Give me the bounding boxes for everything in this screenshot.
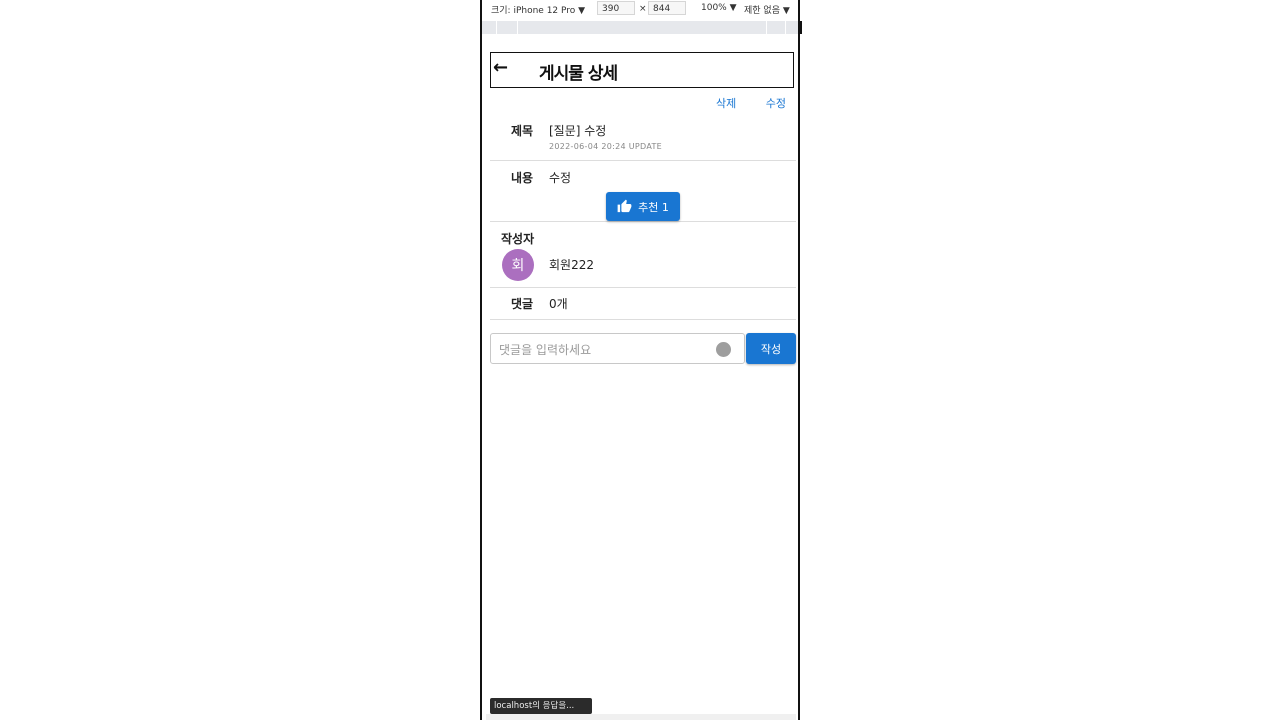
comment-input-wrapper (490, 333, 745, 364)
media-query-ruler (482, 21, 802, 34)
author-name: 회원222 (549, 258, 594, 272)
status-bar: localhost의 응답을... (490, 698, 592, 714)
thumbs-up-icon (617, 199, 632, 213)
throttle-select[interactable]: 제한 없음 ▼ (744, 3, 790, 16)
author-label: 작성자 (501, 232, 535, 246)
content-label: 내용 (511, 171, 534, 185)
comments-label: 댓글 (511, 297, 534, 311)
post-title: [질문] 수정 (549, 124, 607, 138)
submit-comment-button[interactable]: 작성 (746, 333, 796, 364)
times-symbol: × (639, 4, 647, 14)
loading-dot-icon (716, 342, 731, 357)
title-row: 제목 [질문] 수정 2022-06-04 20:24 UPDATE (490, 110, 796, 161)
bottom-edge (486, 714, 796, 720)
updated-timestamp: 2022-06-04 20:24 UPDATE (549, 142, 663, 151)
edit-button[interactable]: 수정 (766, 97, 786, 110)
post-content: 수정 (549, 171, 572, 185)
zoom-select[interactable]: 100% ▼ (701, 3, 737, 13)
post-actions: 삭제 수정 (690, 95, 786, 111)
page-title: 게시물 상세 (539, 64, 618, 84)
post-detail-page: ← 게시물 상세 삭제 수정 제목 [질문] 수정 2022-06-04 20:… (490, 50, 796, 714)
title-label: 제목 (511, 124, 534, 138)
comments-count: 0개 (549, 297, 568, 311)
delete-button[interactable]: 삭제 (716, 97, 736, 110)
devtools-toolbar: 크기: iPhone 12 Pro ▼ 390 × 844 100% ▼ 제한 … (482, 0, 798, 20)
like-count: 추천 1 (638, 200, 669, 214)
width-input[interactable]: 390 (597, 1, 635, 15)
device-select[interactable]: 크기: iPhone 12 Pro ▼ (491, 3, 585, 16)
like-button[interactable]: 추천 1 (606, 192, 680, 221)
height-input[interactable]: 844 (648, 1, 686, 15)
comments-row: 댓글 0개 (490, 288, 796, 320)
author-row: 작성자 회원222 (490, 222, 796, 288)
comment-input[interactable] (497, 340, 711, 360)
app-header: ← 게시물 상세 (490, 52, 794, 88)
back-arrow-icon[interactable]: ← (493, 57, 508, 78)
device-frame: 크기: iPhone 12 Pro ▼ 390 × 844 100% ▼ 제한 … (480, 0, 802, 720)
avatar: 회 (502, 249, 534, 281)
